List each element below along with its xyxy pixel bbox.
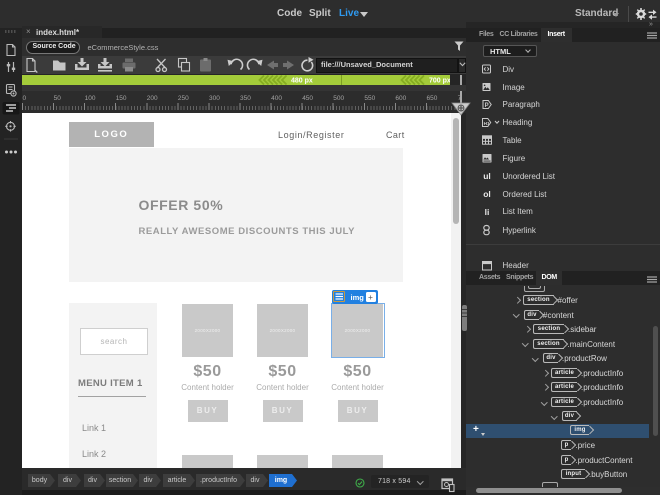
svg-text:300: 300: [209, 95, 220, 102]
svg-text:P: P: [485, 103, 489, 109]
svg-text:H1: H1: [484, 121, 490, 127]
svg-text:480 px: 480 px: [291, 78, 313, 85]
svg-text:50: 50: [54, 95, 62, 102]
svg-text:70: 70: [458, 95, 462, 102]
svg-text:100: 100: [85, 95, 96, 102]
svg-text:450: 450: [302, 95, 313, 102]
svg-text:700 px: 700 px: [429, 78, 450, 85]
svg-text:350: 350: [240, 95, 251, 102]
svg-text:400: 400: [271, 95, 282, 102]
svg-text:150: 150: [116, 95, 127, 102]
svg-text:650: 650: [427, 95, 438, 102]
svg-text:200: 200: [147, 95, 158, 102]
svg-text:250: 250: [178, 95, 189, 102]
svg-text:0: 0: [23, 95, 27, 102]
svg-text:550: 550: [364, 95, 375, 102]
svg-text:500: 500: [333, 95, 344, 102]
svg-text:600: 600: [395, 95, 406, 102]
